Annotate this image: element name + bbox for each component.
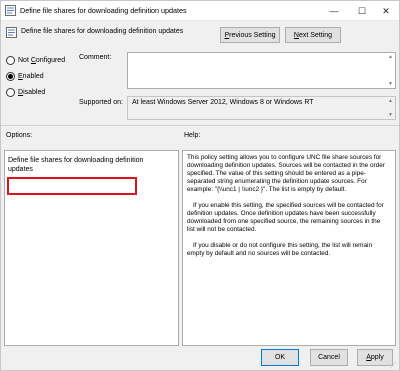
radio-not-configured-label: Not Configured [18, 57, 66, 64]
next-setting-button[interactable]: Next Setting [285, 27, 341, 43]
radio-enabled-label: Enabled [18, 73, 44, 80]
previous-setting-button[interactable]: Previous Setting [220, 27, 280, 43]
previous-setting-label: revious Setting [229, 31, 276, 39]
apply-label: pply [370, 354, 384, 361]
ok-button[interactable]: OK [261, 349, 299, 366]
comment-label: Comment: [79, 54, 112, 61]
scroll-down-icon[interactable]: ▼ [388, 81, 393, 87]
help-paragraph-1: This policy setting allows you to config… [187, 154, 385, 193]
supported-on-label: Supported on: [79, 99, 123, 106]
options-pane: Define file shares for downloading defin… [4, 150, 179, 346]
file-shares-input-highlight [7, 177, 137, 195]
options-label: Options: [6, 132, 33, 139]
radio-not-configured[interactable]: Not Configured [6, 56, 65, 65]
radio-enabled-circle[interactable] [6, 72, 15, 81]
help-paragraph-2: If you enable this setting, the specifie… [187, 202, 384, 233]
divider [1, 125, 399, 126]
window-title: Define file shares for downloading defin… [20, 6, 187, 15]
next-setting-label: ext Setting [298, 31, 333, 39]
policy-dialog: Define file shares for downloading defin… [0, 0, 400, 371]
supported-on-text: At least Windows Server 2012, Windows 8 … [132, 99, 314, 106]
title-bar: Define file shares for downloading defin… [1, 1, 399, 21]
scroll-down-icon[interactable]: ▼ [388, 112, 393, 118]
resize-grip-icon[interactable]: ⋰ [390, 362, 396, 369]
policy-icon [6, 27, 17, 38]
minimize-icon[interactable]: — [319, 1, 349, 21]
cancel-button[interactable]: Cancel [310, 349, 348, 366]
scroll-up-icon[interactable]: ▲ [388, 54, 393, 60]
radio-disabled-circle[interactable] [6, 88, 15, 97]
radio-not-configured-circle[interactable] [6, 56, 15, 65]
help-paragraph-3: If you disable or do not configure this … [187, 242, 373, 257]
apply-button[interactable]: Apply [357, 349, 393, 366]
radio-enabled[interactable]: Enabled [6, 72, 44, 81]
policy-name: Define file shares for downloading defin… [21, 28, 184, 35]
help-pane: This policy setting allows you to config… [182, 150, 396, 346]
radio-disabled[interactable]: Disabled [6, 88, 45, 97]
help-label: Help: [184, 132, 201, 139]
file-shares-field-label: Define file shares for downloading defin… [8, 157, 144, 173]
comment-textbox[interactable]: ▲ ▼ [127, 52, 396, 89]
scroll-up-icon[interactable]: ▲ [388, 98, 393, 104]
file-shares-input[interactable] [9, 179, 135, 193]
close-icon[interactable]: ✕ [371, 1, 400, 21]
policy-icon [5, 5, 16, 16]
supported-on-value: At least Windows Server 2012, Windows 8 … [127, 96, 396, 120]
radio-disabled-label: Disabled [18, 89, 46, 96]
